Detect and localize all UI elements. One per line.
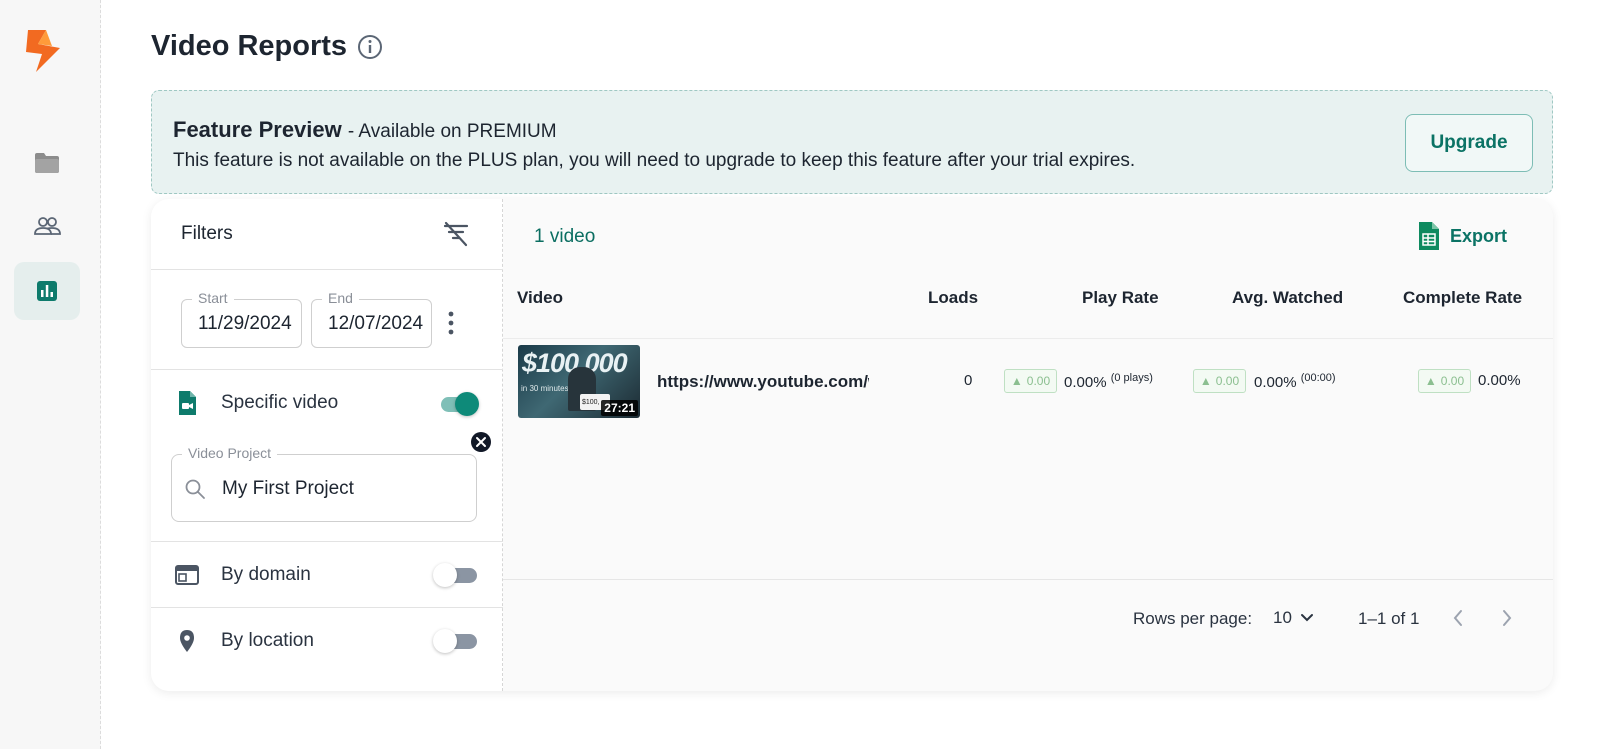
filters-panel: Filters Start 11/29/2024 End 12/07/2024 [151, 199, 503, 691]
avg-watched-note: (00:00) [1300, 372, 1336, 384]
complete-rate-trend-badge: ▲ 0.00 [1418, 369, 1471, 393]
end-date-field[interactable]: End 12/07/2024 [311, 290, 432, 348]
spreadsheet-icon [1419, 222, 1439, 250]
trend-up-icon: ▲ [1010, 374, 1023, 388]
by-domain-toggle[interactable] [433, 563, 479, 587]
start-date-field[interactable]: Start 11/29/2024 [181, 290, 302, 348]
specific-video-label: Specific video [221, 392, 339, 413]
video-project-label: Video Project [182, 445, 278, 461]
play-rate-trend-badge: ▲ 0.00 [1004, 369, 1057, 393]
column-header-complete-rate[interactable]: Complete Rate [1403, 288, 1522, 308]
play-rate-trend-value: 0.00 [1026, 374, 1051, 388]
column-header-avg-watched[interactable]: Avg. Watched [1232, 288, 1343, 308]
export-label: Export [1450, 225, 1508, 246]
pagination-range: 1–1 of 1 [1358, 609, 1420, 628]
trend-up-icon: ▲ [1199, 374, 1212, 388]
by-domain-label: By domain [221, 564, 311, 585]
start-date-value[interactable]: 11/29/2024 [198, 313, 296, 335]
by-location-label: By location [221, 630, 314, 651]
bar-chart-icon [37, 281, 57, 301]
browser-window-icon [175, 565, 199, 585]
banner-description: This feature is not available on the PLU… [173, 150, 1136, 171]
sidebar-item-team[interactable] [14, 197, 80, 255]
avg-watched-percent: 0.00% [1254, 374, 1297, 391]
export-button[interactable]: Export [1418, 219, 1507, 253]
clear-filters-icon[interactable] [441, 219, 471, 249]
column-header-video[interactable]: Video [517, 288, 563, 308]
header-divider [503, 338, 1553, 339]
rows-per-page-label: Rows per page: [1133, 609, 1253, 628]
video-project-field[interactable]: Video Project My First Project [171, 445, 477, 522]
chevron-right-icon [1503, 610, 1512, 626]
end-date-value[interactable]: 12/07/2024 [328, 313, 426, 335]
rows-per-page-select[interactable]: 10 [1273, 605, 1314, 631]
rows-per-page-value: 10 [1273, 608, 1292, 627]
column-header-loads[interactable]: Loads [928, 288, 978, 308]
sidebar [0, 0, 101, 749]
video-thumbnail[interactable]: $100,000 in 30 minutes $100, 27:21 [518, 345, 640, 418]
location-pin-icon [180, 630, 194, 652]
toggle-knob [433, 563, 457, 587]
thumbnail-subtitle: in 30 minutes [521, 384, 569, 393]
end-date-label: End [322, 290, 359, 306]
banner-title: Feature Preview - Available on PREMIUM [173, 117, 557, 143]
upgrade-button[interactable]: Upgrade [1405, 114, 1533, 172]
sidebar-item-projects[interactable] [14, 134, 80, 192]
video-table: 1 video Export Video Loads Play Rate Avg… [503, 199, 1553, 691]
video-file-icon [179, 391, 196, 415]
specific-video-filter: Specific video Video Project My First Pr… [151, 370, 503, 542]
folder-icon [35, 153, 59, 173]
by-location-toggle[interactable] [433, 629, 479, 653]
video-count: 1 video [534, 226, 596, 247]
column-header-play-rate[interactable]: Play Rate [1082, 288, 1159, 308]
play-rate-note: (0 plays) [1110, 372, 1153, 384]
chevron-down-icon [1300, 614, 1313, 622]
by-domain-filter: By domain [151, 542, 503, 608]
filters-header: Filters [151, 199, 503, 270]
sidebar-item-reports[interactable] [14, 262, 80, 320]
report-panel: Filters Start 11/29/2024 End 12/07/2024 [151, 199, 1553, 691]
video-url[interactable]: https://www.youtube.com/watch [657, 372, 869, 392]
clear-project-icon[interactable] [470, 431, 492, 453]
complete-rate-trend-value: 0.00 [1440, 374, 1465, 388]
page-title-text: Video Reports [151, 30, 348, 62]
complete-rate-value: 0.00% [1478, 372, 1521, 389]
specific-video-toggle[interactable] [433, 392, 479, 416]
next-page-button[interactable] [1494, 605, 1520, 631]
video-duration: 27:21 [601, 400, 638, 416]
info-icon[interactable] [357, 34, 383, 60]
people-icon [34, 217, 61, 235]
by-location-filter: By location [151, 608, 503, 674]
toggle-knob [433, 629, 457, 653]
date-range: Start 11/29/2024 End 12/07/2024 [151, 270, 503, 370]
avg-watched-trend-value: 0.00 [1215, 374, 1240, 388]
trend-up-icon: ▲ [1424, 374, 1437, 388]
footer-divider [503, 579, 1553, 580]
page-title: Video Reports [151, 30, 383, 63]
banner-subtitle: - Available on PREMIUM [347, 121, 557, 142]
search-icon [185, 479, 205, 499]
previous-page-button[interactable] [1445, 605, 1471, 631]
play-rate-value: 0.00% (0 plays) [1064, 372, 1153, 391]
play-rate-percent: 0.00% [1064, 374, 1107, 391]
filters-title: Filters [181, 223, 233, 244]
loads-value: 0 [964, 372, 973, 389]
app-logo[interactable] [22, 26, 64, 74]
feature-preview-banner: Feature Preview - Available on PREMIUM T… [151, 90, 1553, 194]
more-vertical-icon[interactable] [445, 308, 457, 338]
toggle-knob [455, 392, 479, 416]
avg-watched-trend-badge: ▲ 0.00 [1193, 369, 1246, 393]
chevron-left-icon [1453, 610, 1462, 626]
avg-watched-value: 0.00% (00:00) [1254, 372, 1336, 391]
start-date-label: Start [192, 290, 234, 306]
video-project-value[interactable]: My First Project [222, 478, 354, 500]
banner-title-text: Feature Preview [173, 117, 342, 142]
